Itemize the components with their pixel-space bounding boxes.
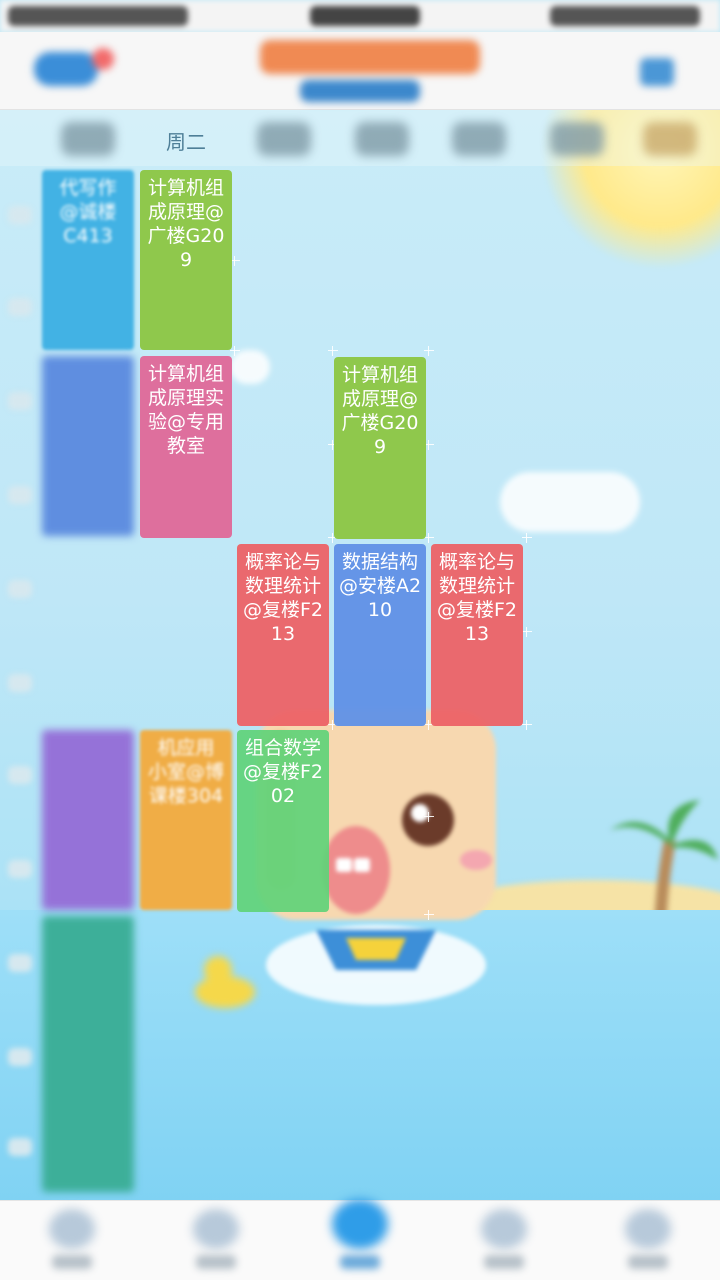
cloud-illustration — [500, 472, 640, 532]
course-card-mon-4[interactable] — [42, 916, 134, 1192]
tab-label — [52, 1255, 92, 1269]
course-text: 计算机组成原理@广楼G209 — [341, 364, 419, 458]
weekday-label: 周二 — [166, 130, 206, 154]
tab-label — [340, 1255, 380, 1269]
discover-icon — [193, 1209, 239, 1249]
course-card-fri-1[interactable]: 概率论与数理统计@复楼F213 — [431, 544, 523, 726]
status-bar — [0, 0, 720, 32]
tab-label — [484, 1255, 524, 1269]
period-number — [8, 860, 32, 878]
tab-schedule[interactable] — [288, 1199, 432, 1280]
course-card-mon-2[interactable] — [42, 356, 134, 536]
period-number — [8, 206, 32, 224]
weekday-header-sat — [529, 116, 625, 162]
cloud-illustration — [230, 350, 270, 384]
battery-status — [550, 6, 700, 26]
message-icon — [481, 1209, 527, 1249]
header-left-button[interactable] — [34, 52, 98, 86]
tab-discover[interactable] — [144, 1205, 288, 1280]
period-number — [8, 392, 32, 410]
course-text: 概率论与数理统计@复楼F213 — [242, 551, 324, 645]
schedule-icon — [332, 1199, 388, 1249]
course-text: 组合数学@复楼F202 — [242, 737, 324, 807]
period-number — [8, 1138, 32, 1156]
list-menu-icon[interactable] — [640, 58, 674, 86]
course-card-tue-3[interactable]: 机应用 小室@博 课楼304 — [140, 730, 232, 910]
home-icon — [49, 1209, 95, 1249]
period-number — [8, 580, 32, 598]
week-header-row: 周二 — [0, 110, 720, 166]
palm-tree-illustration — [610, 800, 718, 930]
weekday-header-fri — [431, 116, 527, 162]
course-card-tue-2[interactable]: 计算机组成原理实验@专用教室 — [140, 356, 232, 538]
bottom-tab-bar — [0, 1199, 720, 1280]
tab-profile[interactable] — [576, 1205, 720, 1280]
course-text: 计算机组成原理实验@专用教室 — [147, 363, 224, 457]
period-number — [8, 954, 32, 972]
course-card-thu-2[interactable]: 数据结构@安楼A210 — [334, 544, 426, 726]
course-text: 机应用 小室@博 课楼304 — [147, 737, 224, 807]
course-text: 数据结构@安楼A210 — [338, 551, 422, 621]
duck-illustration — [195, 956, 255, 1008]
course-text: 计算机组成原理@广楼G209 — [147, 177, 225, 271]
period-number — [8, 1048, 32, 1066]
weekday-header-wed — [236, 116, 332, 162]
tab-home[interactable] — [0, 1205, 144, 1280]
page-title[interactable] — [260, 40, 480, 74]
status-time — [310, 6, 420, 26]
period-number — [8, 486, 32, 504]
tab-message[interactable] — [432, 1205, 576, 1280]
page-subtitle — [300, 80, 420, 102]
course-card-mon-3[interactable] — [42, 730, 134, 910]
course-card-tue-1[interactable]: 计算机组成原理@广楼G209 — [140, 170, 232, 350]
course-card-wed-1[interactable]: 概率论与数理统计@复楼F213 — [237, 544, 329, 726]
course-text: 概率论与数理统计@复楼F213 — [436, 551, 518, 645]
weekday-header-sun — [622, 116, 718, 162]
course-card-thu-1[interactable]: 计算机组成原理@广楼G209 — [334, 357, 426, 539]
tab-label — [196, 1255, 236, 1269]
app-header — [0, 32, 720, 110]
carrier-signal — [8, 6, 188, 26]
tab-label — [628, 1255, 668, 1269]
course-text: 代写作 @诚楼 C413 — [59, 177, 117, 247]
period-number — [8, 298, 32, 316]
profile-icon — [625, 1209, 671, 1249]
notification-badge — [92, 48, 114, 70]
period-number — [8, 674, 32, 692]
period-number-column — [0, 166, 40, 1196]
course-card-wed-2[interactable]: 组合数学@复楼F202 — [237, 730, 329, 912]
weekday-header-mon — [40, 116, 136, 162]
course-card-mon-1[interactable]: 代写作 @诚楼 C413 — [42, 170, 134, 350]
period-number — [8, 766, 32, 784]
weekday-header-thu — [334, 116, 430, 162]
weekday-header-tue: 周二 — [138, 116, 234, 162]
